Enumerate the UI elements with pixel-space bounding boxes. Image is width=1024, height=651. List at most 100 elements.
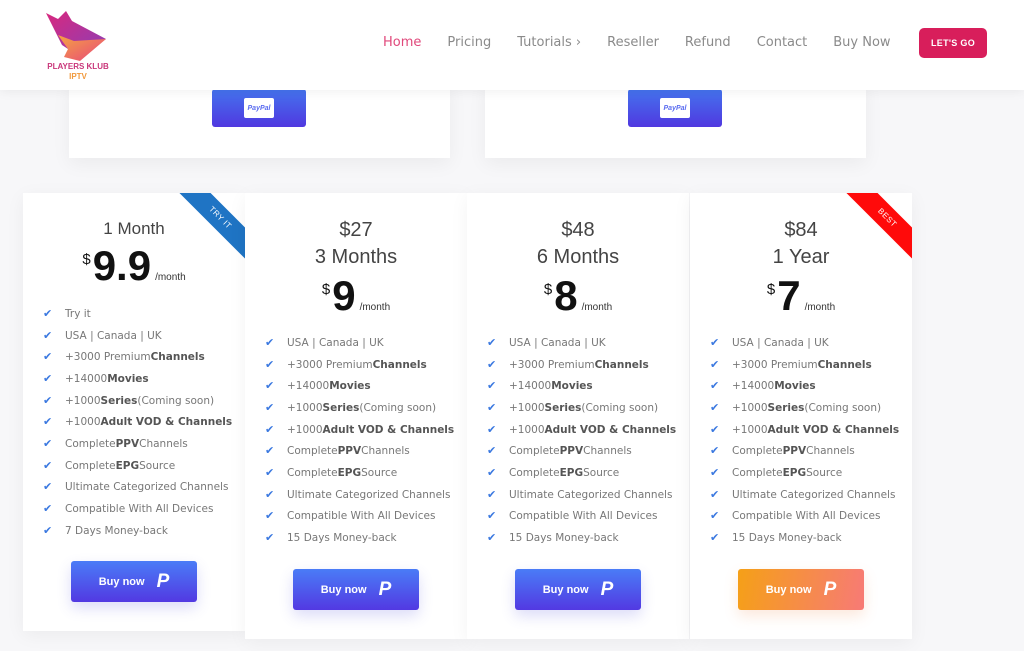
checkmark-icon: ✔: [487, 400, 497, 414]
nav-reseller[interactable]: Reseller: [607, 35, 659, 50]
feature-text-pre: +1000: [732, 423, 768, 436]
checkmark-icon: ✔: [710, 531, 720, 545]
paypal-icon: P: [600, 578, 614, 600]
feature-text-bold: EPG: [782, 466, 807, 479]
nav-contact[interactable]: Contact: [757, 35, 808, 50]
plan-title: 1 Year: [772, 246, 830, 268]
checkmark-icon: ✔: [43, 328, 53, 342]
price-amount: 9.9: [92, 242, 152, 289]
buy-now-button[interactable]: Buy now P: [293, 569, 419, 610]
feature-text-post: Channels: [361, 445, 410, 458]
paypal-icon: P: [823, 578, 837, 600]
nav-pricing[interactable]: Pricing: [447, 35, 491, 50]
checkmark-icon: ✔: [43, 350, 53, 364]
feature-text-pre: Ultimate Categorized Channels: [287, 488, 451, 501]
feature-text-pre: Complete: [287, 466, 338, 479]
checkmark-icon: ✔: [265, 465, 275, 479]
paypal-logo-icon: PayPal: [244, 98, 274, 118]
feature-item: ✔ Complete EPG Source: [487, 462, 676, 484]
plan-card-1-year: BEST $84 1 Year $ 7 /month ✔ USA | Canada…: [690, 193, 912, 639]
checkmark-icon: ✔: [265, 487, 275, 501]
feature-text-post: Channels: [806, 445, 855, 458]
feature-item: ✔ Compatible With All Devices: [43, 498, 232, 520]
buy-now-button[interactable]: Buy now P: [738, 569, 864, 610]
feature-text-pre: Ultimate Categorized Channels: [732, 488, 896, 501]
feature-text-pre: +1000: [509, 401, 545, 414]
feature-item: ✔ +3000 Premium Channels: [265, 354, 454, 376]
checkmark-icon: ✔: [710, 335, 720, 349]
feature-text-pre: +1000: [732, 401, 768, 414]
feature-text-pre: Complete: [732, 445, 783, 458]
lets-go-button[interactable]: LET'S GO: [919, 28, 987, 58]
price-period: /month: [581, 302, 613, 313]
checkmark-icon: ✔: [487, 379, 497, 393]
plan-card-1-month: TRY IT 1 Month $ 9.9 /month ✔ Try it ✔ USA …: [23, 193, 245, 631]
feature-text-bold: Adult VOD & Channels: [544, 423, 677, 436]
nav-home[interactable]: Home: [383, 35, 421, 50]
feature-text-bold: PPV: [559, 445, 584, 458]
feature-text-pre: +14000: [287, 380, 330, 393]
top-card-1: PayPal: [69, 80, 450, 158]
paypal-button[interactable]: PayPal: [212, 89, 306, 127]
buy-now-button[interactable]: Buy now P: [515, 569, 641, 610]
feature-text-bold: PPV: [337, 445, 362, 458]
nav-refund[interactable]: Refund: [685, 35, 731, 50]
feature-item: ✔ Complete PPV Channels: [265, 440, 454, 462]
logo-subtitle: IPTV: [69, 72, 87, 81]
checkmark-icon: ✔: [487, 422, 497, 436]
feature-text-bold: PPV: [115, 437, 140, 450]
plan-price: $ 9.9 /month: [23, 245, 245, 287]
feature-item: ✔ Complete PPV Channels: [710, 440, 899, 462]
feature-text-pre: +1000: [287, 423, 323, 436]
nav-buy-now[interactable]: Buy Now: [833, 35, 890, 50]
checkmark-icon: ✔: [43, 436, 53, 450]
feature-text-bold: Channels: [372, 358, 427, 371]
checkmark-icon: ✔: [710, 357, 720, 371]
checkmark-icon: ✔: [43, 480, 53, 494]
checkmark-icon: ✔: [265, 509, 275, 523]
feature-item: ✔ +1000 Adult VOD & Channels: [43, 411, 232, 433]
top-card-2: PayPal: [485, 80, 866, 158]
checkmark-icon: ✔: [710, 509, 720, 523]
feature-text-bold: Series: [322, 401, 360, 414]
plan-total: $48: [561, 219, 595, 241]
feature-item: ✔ Complete PPV Channels: [43, 433, 232, 455]
feature-item: ✔ USA | Canada | UK: [43, 325, 232, 347]
feature-text-bold: Movies: [551, 380, 593, 393]
feature-text-pre: +14000: [732, 380, 775, 393]
feature-text-pre: +14000: [65, 372, 108, 385]
buy-now-label: Buy now: [98, 575, 145, 588]
feature-item: ✔ Compatible With All Devices: [265, 506, 454, 528]
currency-symbol: $: [82, 251, 91, 268]
feature-text-bold: EPG: [337, 466, 362, 479]
feature-item: ✔ +3000 Premium Channels: [710, 354, 899, 376]
price-period: /month: [804, 302, 836, 313]
checkmark-icon: ✔: [710, 400, 720, 414]
feature-text-pre: Complete: [287, 445, 338, 458]
checkmark-icon: ✔: [265, 335, 275, 349]
feature-text-pre: +1000: [509, 423, 545, 436]
plan-price: $ 7 /month: [690, 275, 912, 317]
checkmark-icon: ✔: [710, 444, 720, 458]
plan-title: 6 Months: [536, 246, 620, 268]
nav-tutorials[interactable]: Tutorials ›: [517, 35, 581, 50]
buy-now-label: Buy now: [542, 583, 589, 596]
feature-text-bold: Channels: [150, 351, 205, 364]
feature-item: ✔ Try it: [43, 303, 232, 325]
checkmark-icon: ✔: [487, 444, 497, 458]
feature-text-post: (Coming soon): [359, 401, 437, 414]
feature-item: ✔ +1000 Series (Coming soon): [265, 397, 454, 419]
feature-text-bold: Movies: [774, 380, 816, 393]
plan-total: $27: [339, 219, 373, 241]
feature-item: ✔ USA | Canada | UK: [710, 332, 899, 354]
checkmark-icon: ✔: [487, 465, 497, 479]
buy-now-label: Buy now: [320, 583, 367, 596]
price-amount: 9: [332, 272, 356, 319]
feature-item: ✔ Ultimate Categorized Channels: [710, 484, 899, 506]
buy-now-button[interactable]: Buy now P: [71, 561, 197, 602]
feature-item: ✔ +1000 Series (Coming soon): [43, 390, 232, 412]
feature-item: ✔ Complete EPG Source: [710, 462, 899, 484]
checkmark-icon: ✔: [43, 306, 53, 320]
paypal-button[interactable]: PayPal: [628, 89, 722, 127]
feature-text-bold: Movies: [329, 380, 371, 393]
